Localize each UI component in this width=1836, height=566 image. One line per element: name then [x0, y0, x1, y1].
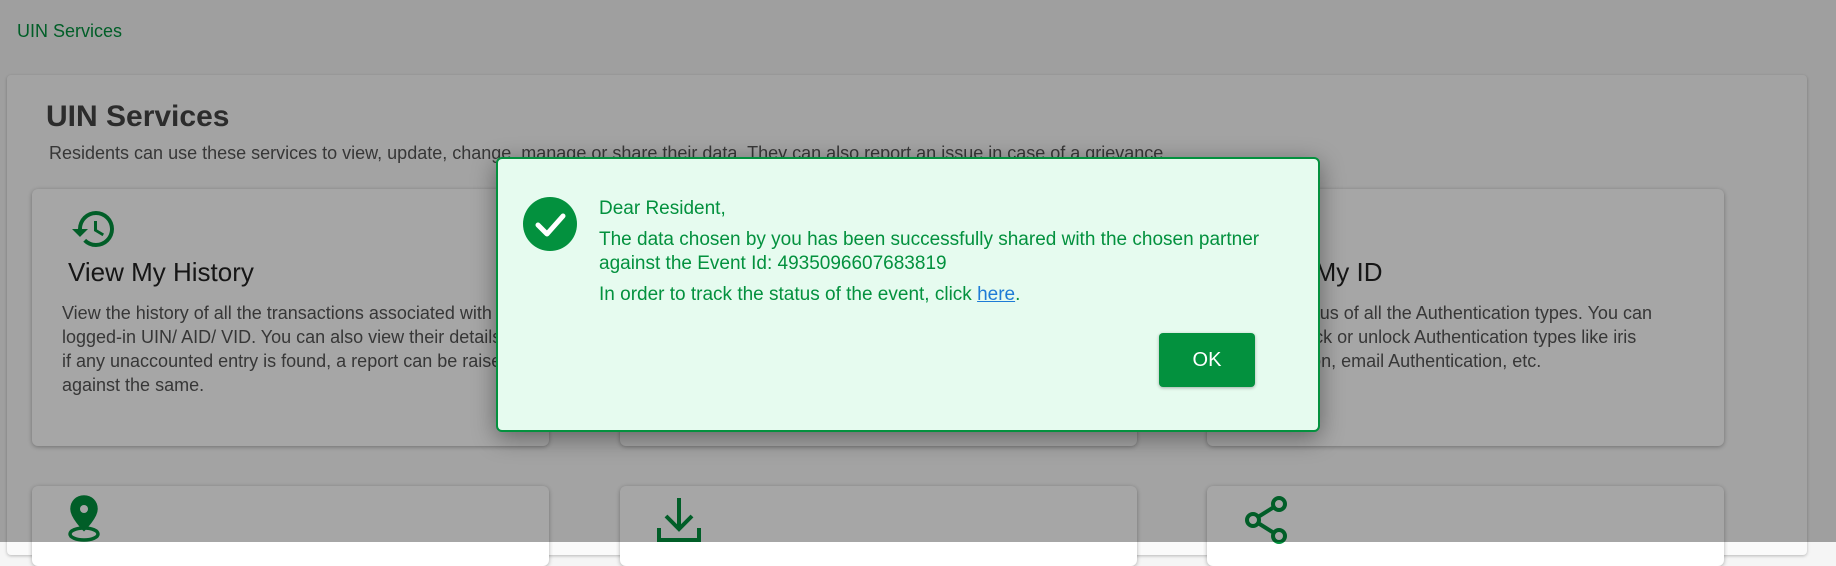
dialog-greeting: Dear Resident, [599, 198, 726, 219]
success-check-icon [523, 197, 577, 251]
dialog-body: The data chosen by you has been successf… [599, 229, 1260, 274]
track-prefix: In order to track the status of the even… [599, 284, 978, 305]
dialog-track-line: In order to track the status of the even… [599, 283, 1279, 307]
ok-button[interactable]: OK [1159, 333, 1255, 387]
track-here-link[interactable]: here [977, 284, 1015, 305]
dialog-message: Dear Resident, The data chosen by you ha… [599, 197, 1279, 314]
success-dialog: Dear Resident, The data chosen by you ha… [496, 157, 1320, 432]
track-suffix: . [1015, 284, 1021, 305]
